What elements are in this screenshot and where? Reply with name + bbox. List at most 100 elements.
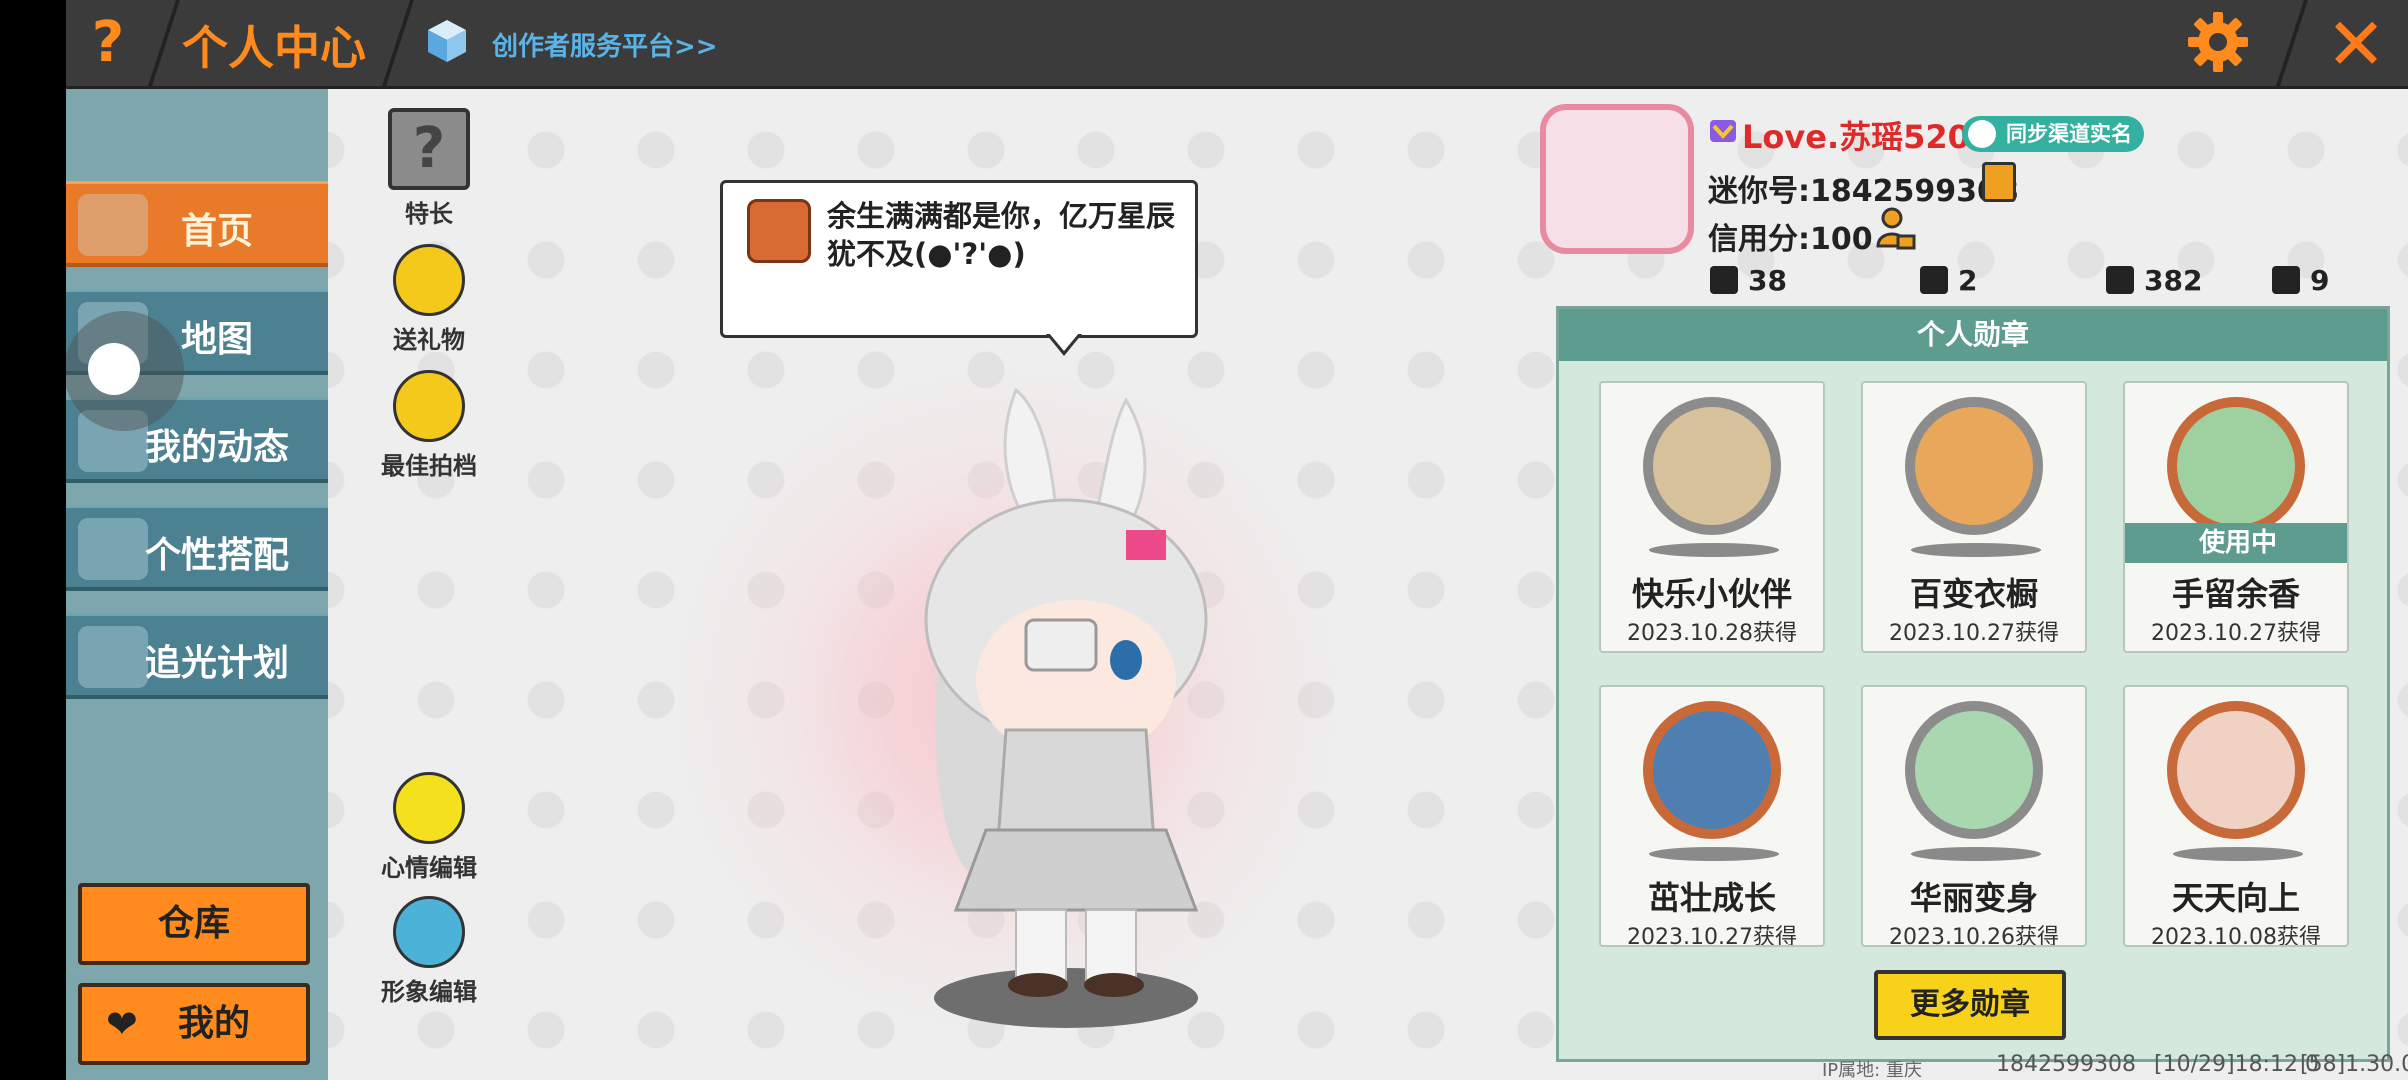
medal-shadow [1911, 847, 2041, 861]
footer-id: 1842599308 [1996, 1052, 2136, 1077]
send-gift-label: 送礼物 [393, 326, 465, 354]
medal-wardrobe-icon [1905, 397, 2043, 535]
close-button[interactable]: ✕ [2316, 4, 2396, 84]
profile-avatar[interactable] [1540, 104, 1694, 254]
medal-card-in-use[interactable]: 使用中 手留余香 2023.10.27获得 [2123, 381, 2349, 653]
likes-stat: 2 [1920, 264, 1977, 297]
creator-platform-link[interactable]: 创作者服务平台>> [492, 26, 718, 63]
mood-edit-tool[interactable]: 心情编辑 [374, 772, 484, 883]
medal-date: 2023.10.08获得 [2151, 925, 2321, 947]
footer-version: [58]1.30.0 [2300, 1052, 2408, 1077]
sidebar-item-label: 首页 [180, 211, 253, 252]
gift-icon [393, 244, 465, 316]
friends-stat: 38 [1710, 264, 1787, 297]
joystick-knob[interactable] [88, 343, 140, 395]
medal-name: 百变衣橱 [1909, 575, 2038, 613]
medal-shadow [1649, 847, 1779, 861]
cube-icon [428, 20, 466, 62]
divider [382, 0, 414, 86]
medal-date: 2023.10.28获得 [1627, 621, 1797, 646]
bubble-tail-inner [1049, 333, 1079, 351]
divider [148, 0, 180, 86]
user-verify-icon [1968, 120, 1996, 148]
more-medals-button[interactable]: 更多勋章 [1874, 970, 2066, 1040]
sidebar-item-label: 追光计划 [144, 643, 289, 684]
sidebar-item-home[interactable]: 首页 [66, 181, 328, 267]
medal-growth-icon [1643, 701, 1781, 839]
warehouse-button[interactable]: 仓库 [78, 883, 310, 965]
medal-shadow [1649, 543, 1779, 557]
more-medals-label: 更多勋章 [1910, 987, 2030, 1022]
username: Love.苏瑶520 [1742, 118, 1970, 156]
shirt-icon [393, 896, 465, 968]
medal-in-use-badge: 使用中 [2125, 523, 2347, 563]
popularity-stat: 382 [2106, 264, 2202, 297]
medal-card[interactable]: 百变衣橱 2023.10.27获得 [1861, 381, 2087, 653]
image-edit-tool[interactable]: 形象编辑 [374, 896, 484, 1007]
medal-fragrance-icon [2167, 397, 2305, 535]
best-partner-label: 最佳拍档 [381, 452, 477, 480]
bear-emoji-icon [747, 199, 811, 263]
send-gift-tool[interactable]: 送礼物 [374, 244, 484, 355]
question-box-icon: ? [388, 108, 470, 190]
medal-panel-title: 个人勋章 [1559, 309, 2387, 361]
credit-score: 信用分:100 [1708, 222, 1873, 257]
best-partner-tool[interactable]: 最佳拍档 [374, 370, 484, 481]
medal-card[interactable]: 快乐小伙伴 2023.10.28获得 [1599, 381, 1825, 653]
mood-text: 余生满满都是你，亿万星辰犹不及(●'?'●) [827, 199, 1176, 271]
mood-bubble: 余生满满都是你，亿万星辰犹不及(●'?'●) [720, 180, 1198, 338]
mini-id: 迷你号:1842599308 [1708, 174, 2019, 209]
hearts-count: 9 [2310, 264, 2330, 297]
sidebar-item-outfit[interactable]: 个性搭配 [66, 505, 328, 591]
copy-icon[interactable] [1982, 162, 2016, 202]
medal-transform-icon [1905, 701, 2043, 839]
vip-badge-icon [1710, 120, 1736, 142]
medal-name: 茁壮成长 [1647, 879, 1776, 917]
verify-badge[interactable]: 同步渠道实名 [1962, 116, 2144, 152]
medal-card[interactable]: 华丽变身 2023.10.26获得 [1861, 685, 2087, 947]
divider [2276, 0, 2308, 86]
warehouse-label: 仓库 [157, 903, 230, 944]
medal-shadow [1911, 543, 2041, 557]
medal-name: 天天向上 [2171, 879, 2300, 917]
heart-icon: ❤ [106, 1002, 138, 1046]
medal-name: 快乐小伙伴 [1631, 575, 1792, 613]
medal-shadow [2173, 847, 2303, 861]
mine-label: 我的 [177, 1003, 250, 1044]
medal-date: 2023.10.27获得 [1627, 925, 1797, 947]
heart-icon [2272, 266, 2300, 294]
help-button[interactable]: ? [80, 12, 136, 74]
medal-card[interactable]: 茁壮成长 2023.10.27获得 [1599, 685, 1825, 947]
handshake-icon [393, 370, 465, 442]
close-icon: ✕ [2325, 2, 2387, 86]
add-friend-icon [1710, 266, 1738, 294]
medal-card[interactable]: 天天向上 2023.10.08获得 [2123, 685, 2349, 947]
edit-icon [393, 772, 465, 844]
hearts-stat: 9 [2272, 264, 2329, 297]
profile-screen: ? 个人中心 创作者服务平台>> ✕ 首页 地图 我的动态 个性搭配 追光计划 … [66, 0, 2408, 1080]
medal-date: 2023.10.26获得 [1889, 925, 2059, 947]
specialty-tool[interactable]: ? 特长 [374, 108, 484, 229]
image-edit-label: 形象编辑 [381, 978, 477, 1006]
credit-user-icon[interactable] [1876, 206, 1916, 252]
top-bar: ? 个人中心 创作者服务平台>> ✕ [66, 0, 2408, 89]
floating-joystick[interactable] [66, 311, 184, 431]
medal-panel: 个人勋章 快乐小伙伴 2023.10.28获得 百变衣橱 2023.10.27获… [1556, 306, 2390, 1062]
medal-date: 2023.10.27获得 [1889, 621, 2059, 646]
friends-count: 38 [1748, 264, 1787, 297]
mood-edit-label: 心情编辑 [381, 854, 477, 882]
verify-badge-label: 同步渠道实名 [2006, 122, 2132, 146]
medal-name: 华丽变身 [1909, 879, 2038, 917]
specialty-label: 特长 [405, 200, 453, 228]
sidebar-item-light-plan[interactable]: 追光计划 [66, 613, 328, 699]
popularity-count: 382 [2144, 264, 2203, 297]
gear-icon[interactable] [2186, 10, 2250, 74]
sidebar: 首页 地图 我的动态 个性搭配 追光计划 仓库 ❤ 我的 [66, 89, 328, 1080]
player-avatar[interactable] [826, 350, 1306, 1040]
sidebar-item-label: 个性搭配 [144, 535, 289, 576]
footer-time: [10/29]18:12 0 [2154, 1052, 2319, 1077]
question-icon: ? [91, 10, 125, 75]
medal-name: 手留余香 [2171, 575, 2300, 613]
ip-location: IP属地: 重庆 [1822, 1060, 1922, 1080]
mine-button[interactable]: ❤ 我的 [78, 983, 310, 1065]
